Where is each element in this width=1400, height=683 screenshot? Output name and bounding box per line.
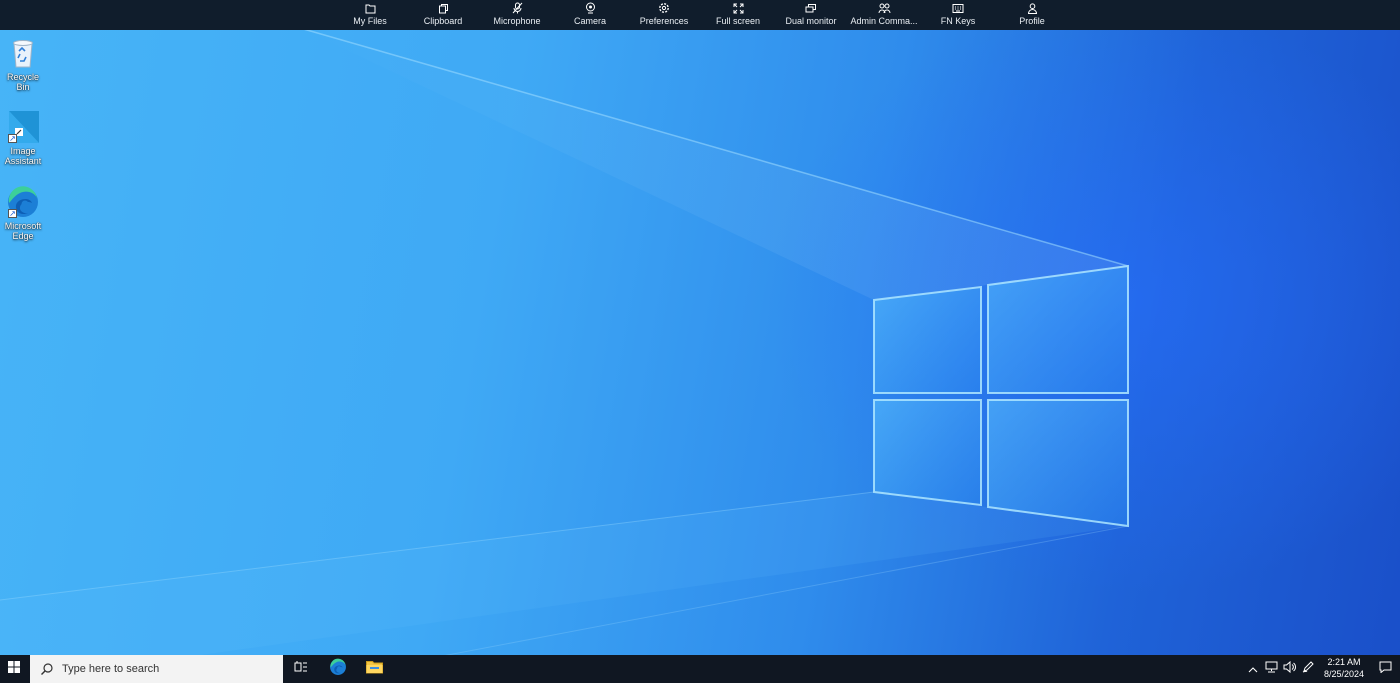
dual-monitor-label: Dual monitor — [785, 16, 837, 26]
admin-commands-button[interactable]: Admin Comma... — [847, 0, 921, 30]
recycle-bin-label: Recycle Bin — [6, 72, 39, 92]
taskbar-clock[interactable]: 2:21 AM 8/25/2024 — [1316, 656, 1372, 682]
edge-icon: ↗ — [6, 185, 40, 219]
microsoft-edge-label: Microsoft Edge — [4, 221, 42, 241]
chevron-up-icon — [1248, 660, 1258, 678]
image-assistant-icon: ↗ — [6, 110, 40, 144]
notification-icon — [1379, 660, 1392, 678]
windows-logo-wallpaper — [0, 27, 1129, 683]
folder-icon — [363, 2, 377, 14]
full-screen-button[interactable]: Full screen — [701, 0, 775, 30]
volume-icon — [1283, 660, 1296, 678]
gear-icon — [657, 2, 671, 14]
task-view-button[interactable] — [284, 655, 318, 683]
desktop-icon-recycle-bin[interactable]: Recycle Bin — [0, 36, 46, 92]
admin-commands-label: Admin Comma... — [850, 16, 918, 26]
edge-icon — [329, 658, 347, 681]
keyboard-icon — [951, 2, 965, 14]
pen-workspace-button[interactable] — [1301, 660, 1315, 678]
camera-button[interactable]: Camera — [553, 0, 627, 30]
action-center-button[interactable] — [1374, 655, 1396, 683]
microphone-muted-icon — [510, 2, 524, 14]
clipboard-icon — [436, 2, 450, 14]
my-files-label: My Files — [353, 16, 387, 26]
taskbar-search-box[interactable]: Type here to search — [30, 655, 283, 683]
network-tray-button[interactable] — [1264, 660, 1278, 678]
remote-session-toolbar: My Files Clipboard Microphone Camera Pre… — [0, 0, 1400, 30]
taskbar: Type here to search 2:21 AM 8/25/2024 — [0, 655, 1400, 683]
profile-icon — [1025, 2, 1039, 14]
volume-tray-button[interactable] — [1282, 660, 1296, 678]
camera-label: Camera — [573, 16, 606, 26]
profile-button[interactable]: Profile — [995, 0, 1069, 30]
admin-users-icon — [877, 2, 891, 14]
my-files-button[interactable]: My Files — [333, 0, 407, 30]
shortcut-arrow-icon: ↗ — [8, 134, 17, 143]
taskbar-edge-button[interactable] — [321, 655, 355, 683]
clock-date: 8/25/2024 — [1323, 669, 1365, 679]
recycle-bin-icon — [6, 36, 40, 70]
search-icon — [40, 662, 54, 676]
windows-logo-icon — [8, 660, 20, 678]
fullscreen-icon — [731, 2, 745, 14]
clipboard-label: Clipboard — [423, 16, 463, 26]
clipboard-button[interactable]: Clipboard — [406, 0, 480, 30]
microphone-button[interactable]: Microphone — [480, 0, 554, 30]
shortcut-arrow-icon: ↗ — [8, 209, 17, 218]
microphone-label: Microphone — [493, 16, 541, 26]
network-icon — [1265, 660, 1278, 678]
start-button[interactable] — [0, 655, 28, 683]
task-view-icon — [294, 660, 308, 678]
camera-icon — [583, 2, 597, 14]
search-placeholder: Type here to search — [62, 663, 160, 675]
profile-label: Profile — [1019, 16, 1045, 26]
show-hidden-icons-button[interactable] — [1246, 662, 1260, 676]
full-screen-label: Full screen — [715, 16, 760, 26]
dual-monitor-icon — [804, 2, 818, 14]
file-explorer-icon — [365, 659, 383, 679]
desktop-wallpaper — [0, 0, 1400, 683]
pen-icon — [1302, 660, 1315, 678]
fn-keys-button[interactable]: FN Keys — [921, 0, 995, 30]
preferences-button[interactable]: Preferences — [627, 0, 701, 30]
dual-monitor-button[interactable]: Dual monitor — [774, 0, 848, 30]
clock-time: 2:21 AM — [1327, 657, 1361, 667]
taskbar-file-explorer-button[interactable] — [357, 655, 391, 683]
fn-keys-label: FN Keys — [940, 16, 976, 26]
preferences-label: Preferences — [639, 16, 689, 26]
image-assistant-label: Image Assistant — [4, 146, 42, 166]
desktop-icon-microsoft-edge[interactable]: ↗ Microsoft Edge — [0, 185, 46, 241]
desktop-icon-image-assistant[interactable]: ↗ Image Assistant — [0, 110, 46, 166]
